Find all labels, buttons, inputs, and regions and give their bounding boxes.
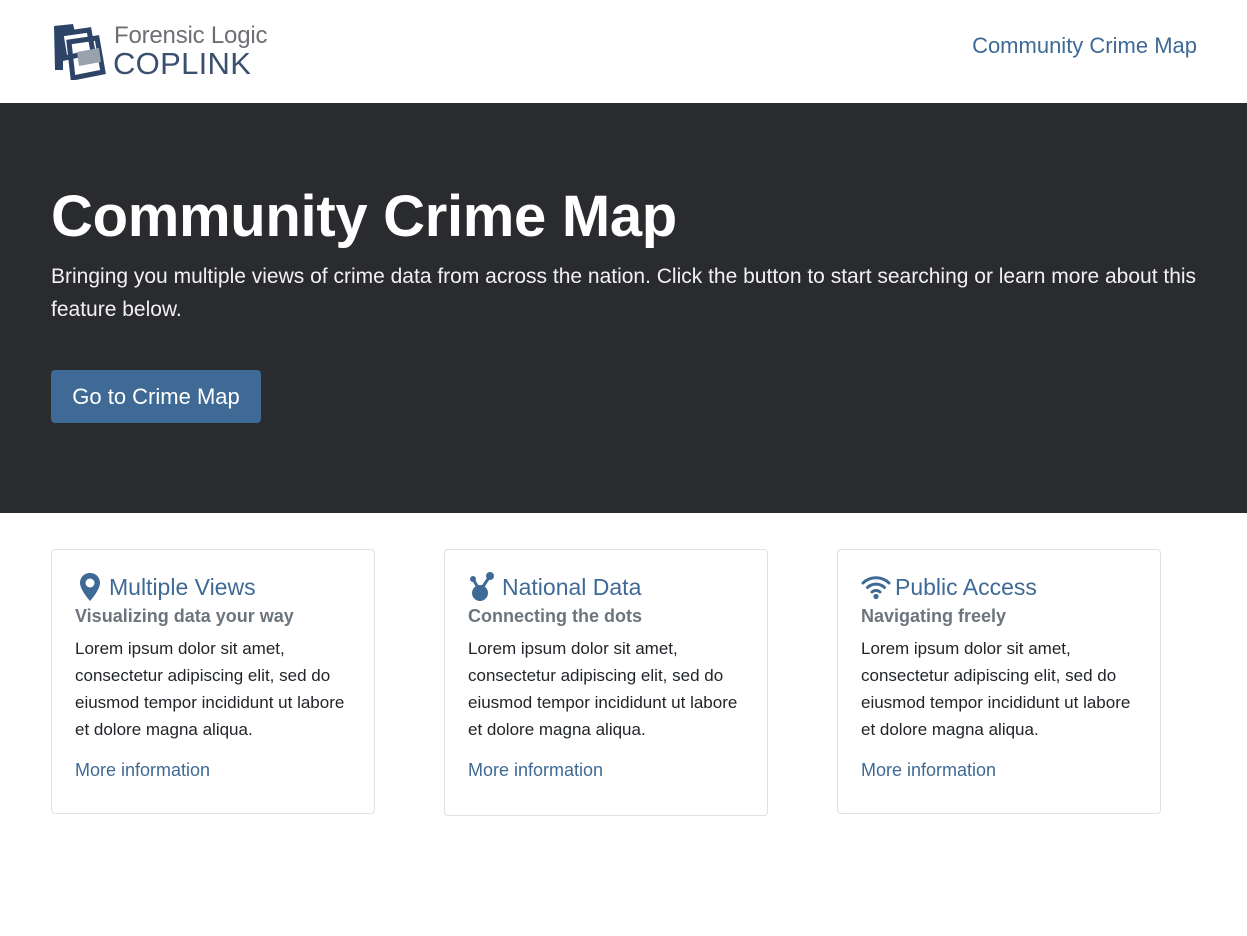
logo-text-coplink: COPLINK xyxy=(113,46,252,81)
card-title: Public Access xyxy=(895,573,1037,600)
card-title: Multiple Views xyxy=(109,573,256,600)
card-title: National Data xyxy=(502,573,642,600)
card-text: Lorem ipsum dolor sit amet, consectetur … xyxy=(75,639,345,739)
coplink-logo[interactable]: Forensic Logic COPLINK xyxy=(51,22,267,81)
card-subtitle: Navigating freely xyxy=(861,606,1007,626)
top-navbar: Forensic Logic COPLINK Community Crime M… xyxy=(0,0,1247,103)
connection-nodes-icon xyxy=(468,571,498,603)
more-information-link[interactable]: More information xyxy=(861,760,1137,781)
nav-link-community-crime-map[interactable]: Community Crime Map xyxy=(972,33,1197,59)
hero-lead-text: Bringing you multiple views of crime dat… xyxy=(51,265,1197,321)
hero-jumbotron: Community Crime Map Bringing you multipl… xyxy=(0,103,1247,513)
card-text: Lorem ipsum dolor sit amet, consectetur … xyxy=(468,639,738,739)
card-subtitle: Connecting the dots xyxy=(468,606,642,626)
more-information-link[interactable]: More information xyxy=(468,760,744,781)
feature-card-national-data: National Data Connecting the dots Lorem … xyxy=(444,549,768,816)
feature-card-multiple-views: Multiple Views Visualizing data your way… xyxy=(51,549,375,814)
go-to-crime-map-button[interactable]: Go to Crime Map xyxy=(51,370,261,423)
hero-title: Community Crime Map xyxy=(51,184,677,249)
card-subtitle: Visualizing data your way xyxy=(75,606,294,626)
more-information-link[interactable]: More information xyxy=(75,760,351,781)
wifi-icon xyxy=(861,571,891,603)
coplink-logo-icon xyxy=(54,24,106,80)
feature-card-public-access: Public Access Navigating freely Lorem ip… xyxy=(837,549,1161,814)
card-text: Lorem ipsum dolor sit amet, consectetur … xyxy=(861,639,1131,739)
map-marker-icon xyxy=(75,571,105,603)
